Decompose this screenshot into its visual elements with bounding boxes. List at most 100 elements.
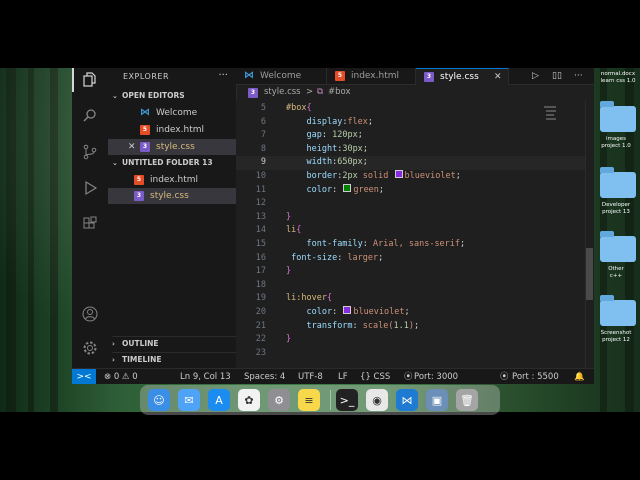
live-server-port[interactable]: Port: 3000 — [414, 369, 458, 384]
line-number: 13 — [255, 211, 266, 222]
open-editor-item[interactable]: 5 index.html — [108, 122, 236, 138]
code-text: color: green; — [306, 183, 385, 195]
line-number: 17 — [255, 266, 266, 277]
problems-indicator[interactable]: ⊗ 0 ⚠ 0 — [104, 369, 138, 384]
code-line[interactable]: 12 — [236, 197, 594, 211]
code-line[interactable]: 17} — [236, 265, 594, 279]
chevron-right-icon: › — [112, 356, 115, 364]
more-actions-icon[interactable]: ··· — [218, 70, 228, 82]
code-line[interactable]: 16 font-size: larger; — [236, 252, 594, 266]
editor-scrollbar[interactable] — [585, 100, 594, 368]
tab-style-css[interactable]: 3 style.css ✕ — [416, 68, 509, 85]
trash-icon[interactable]: 🗑 — [456, 389, 478, 411]
breadcrumb-symbol[interactable]: #box — [328, 85, 351, 100]
folder-icon — [600, 167, 636, 198]
code-line[interactable]: 21 transform: scale(1.1); — [236, 320, 594, 334]
tab-welcome[interactable]: ⋈ Welcome — [236, 68, 327, 84]
code-text: li{ — [286, 225, 302, 236]
folder-icon — [600, 295, 636, 326]
minimap[interactable] — [544, 100, 584, 368]
remote-indicator[interactable]: >< — [72, 369, 96, 384]
vscode-icon[interactable]: ⋈ — [396, 389, 418, 411]
run-debug-icon[interactable] — [80, 178, 100, 198]
source-control-icon[interactable] — [80, 142, 100, 162]
run-icon[interactable]: ▷ — [532, 68, 539, 84]
activity-bar — [72, 68, 109, 368]
folder-section[interactable]: ⌄ UNTITLED FOLDER 13 — [112, 156, 213, 170]
app-store-icon[interactable]: A — [208, 389, 230, 411]
code-line[interactable]: 20 color: blueviolet; — [236, 306, 594, 320]
live-server-port-2[interactable]: Port : 5500 — [512, 369, 559, 384]
code-line[interactable]: 23 — [236, 347, 594, 361]
code-text: font-family: Arial, sans-serif; — [306, 239, 466, 249]
extensions-icon[interactable] — [80, 214, 100, 234]
code-line[interactable]: 14 li{ — [236, 224, 594, 238]
explorer-icon[interactable] — [80, 70, 100, 90]
settings-gear-icon[interactable] — [80, 338, 100, 358]
preview-icon[interactable]: ▣ — [426, 389, 448, 411]
chevron-down-icon: ⌄ — [112, 92, 118, 100]
language-mode[interactable]: {} CSS — [360, 369, 390, 384]
open-editor-item[interactable]: ⋈ Welcome — [108, 105, 236, 121]
chrome-icon[interactable]: ◉ — [366, 389, 388, 411]
code-line[interactable]: 7 gap: 120px; — [236, 129, 594, 143]
line-number: 21 — [255, 320, 266, 331]
code-line[interactable]: 18 — [236, 279, 594, 293]
finder-icon[interactable]: ☺ — [148, 389, 170, 411]
status-bar: >< ⊗ 0 ⚠ 0 Ln 9, Col 13 Spaces: 4 UTF-8 … — [72, 368, 594, 384]
account-icon[interactable] — [80, 304, 100, 324]
split-editor-icon[interactable]: ▯▯ — [552, 68, 562, 84]
code-line[interactable]: 5 #box{ — [236, 102, 594, 116]
code-line[interactable]: 19 li:hover{ — [236, 292, 594, 306]
terminal-icon[interactable]: >_ — [336, 389, 358, 411]
scrollbar-thumb[interactable] — [586, 248, 593, 300]
bell-icon[interactable]: 🔔 — [574, 369, 585, 384]
code-line[interactable]: 13} — [236, 211, 594, 225]
outline-section[interactable]: › OUTLINE — [112, 336, 236, 351]
line-ending[interactable]: LF — [338, 369, 348, 384]
code-line[interactable]: 9 width:650px; — [236, 156, 594, 170]
line-number: 8 — [260, 143, 266, 154]
code-editor[interactable]: 5 #box{6 display:flex; 7 gap: 120px; 8 heig… — [236, 100, 594, 368]
file-item[interactable]: 5 index.html — [108, 172, 236, 188]
file-item[interactable]: 3 style.css — [108, 188, 236, 204]
code-text: } — [286, 211, 292, 222]
notes-icon[interactable]: ≡ — [298, 389, 320, 411]
more-actions-icon[interactable]: ··· — [574, 68, 583, 84]
code-line[interactable]: 11 color: green; — [236, 183, 594, 198]
open-editor-item[interactable]: ✕ 3 style.css — [108, 139, 236, 155]
vscode-icon: ⋈ — [244, 70, 254, 81]
line-number: 6 — [260, 116, 266, 127]
code-text: display:flex; — [306, 116, 374, 127]
search-icon[interactable] — [80, 106, 100, 126]
folder-icon — [600, 101, 636, 132]
line-number: 10 — [255, 171, 266, 181]
editor-tabs: ⋈ Welcome 5 index.html 3 style.css ✕ ▷ ▯… — [236, 68, 594, 85]
chevron-down-icon: ⌄ — [112, 159, 118, 167]
line-number: 16 — [255, 252, 266, 263]
photos-icon[interactable]: ✿ — [238, 389, 260, 411]
code-text: width:650px; — [306, 157, 368, 168]
macos-dock: ☺ ✉ A ✿ ⚙ ≡ >_ ◉ ⋈ ▣ 🗑 — [140, 385, 500, 415]
code-line[interactable]: 22} — [236, 333, 594, 347]
code-line[interactable]: 6 display:flex; — [236, 116, 594, 130]
tab-index-html[interactable]: 5 index.html — [327, 68, 416, 84]
code-text: li:hover{ — [286, 293, 333, 304]
line-number: 23 — [255, 347, 266, 358]
mail-icon[interactable]: ✉ — [178, 389, 200, 411]
code-line[interactable]: 10 border:2px solid blueviolet; — [236, 170, 594, 184]
open-editors-section[interactable]: ⌄ OPEN EDITORS — [112, 89, 185, 103]
css-icon: 3 — [134, 191, 144, 201]
indentation[interactable]: Spaces: 4 — [244, 369, 285, 384]
code-line[interactable]: 8 height:30px; — [236, 143, 594, 157]
timeline-section[interactable]: › TIMELINE — [112, 352, 236, 367]
line-number: 5 — [260, 103, 266, 113]
code-text: gap: 120px; — [306, 130, 363, 141]
encoding[interactable]: UTF-8 — [298, 369, 323, 384]
system-settings-icon[interactable]: ⚙ — [268, 389, 290, 411]
breadcrumb-file[interactable]: style.css — [264, 85, 301, 100]
code-line[interactable]: 15 font-family: Arial, sans-serif; — [236, 238, 594, 252]
close-icon[interactable]: ✕ — [128, 139, 136, 155]
cursor-position[interactable]: Ln 9, Col 13 — [180, 369, 231, 384]
close-tab-icon[interactable]: ✕ — [494, 69, 502, 85]
